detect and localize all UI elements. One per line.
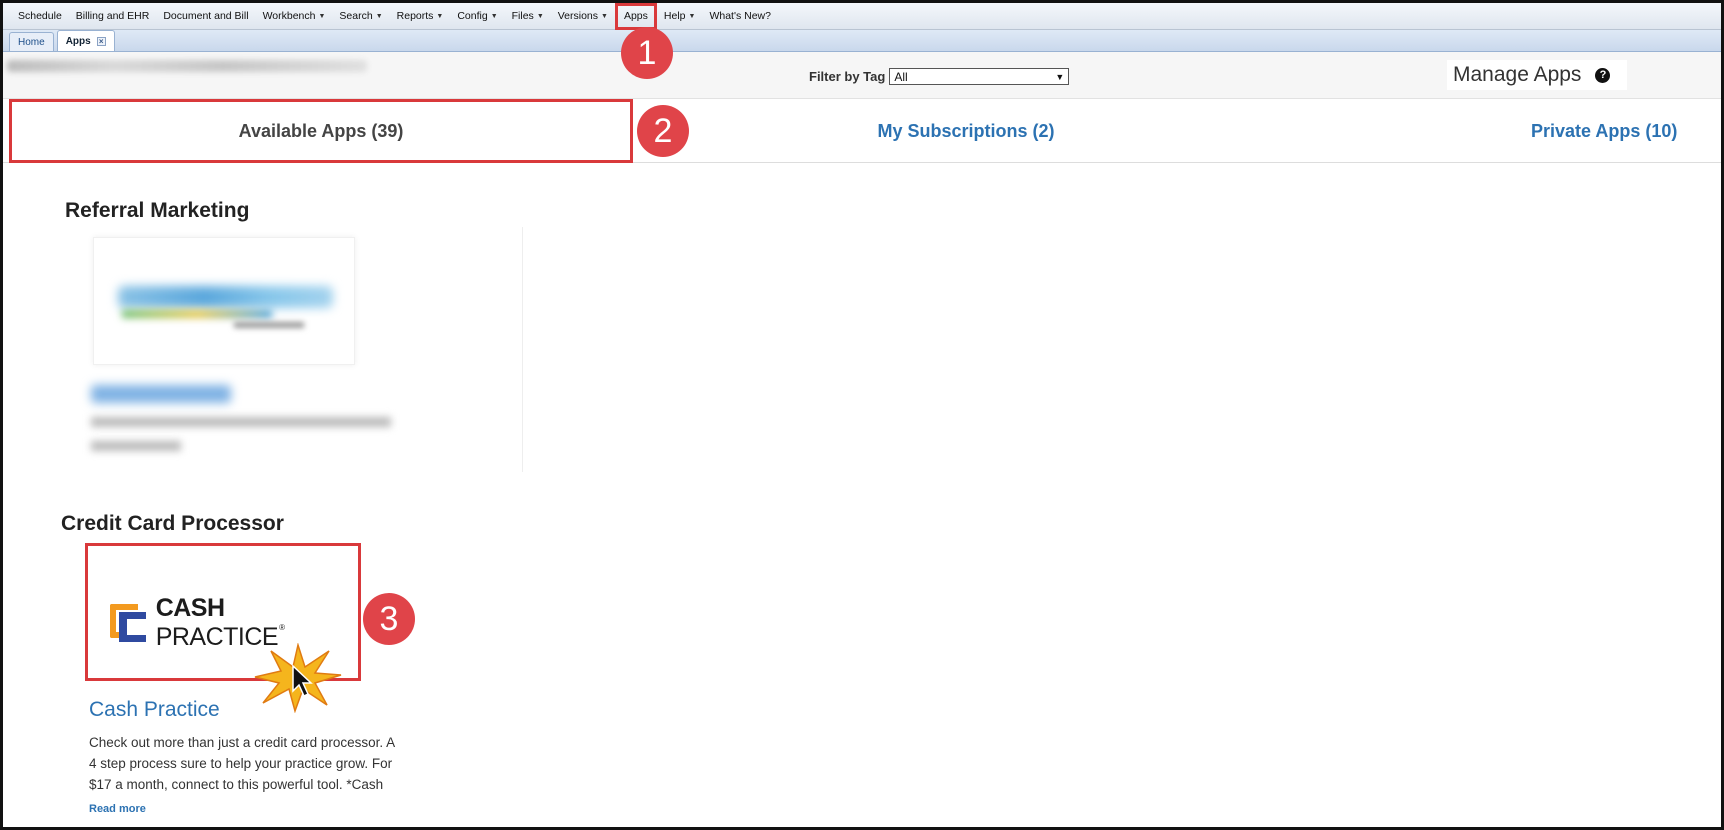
chevron-down-icon: ▼ xyxy=(1055,71,1065,82)
app-description-redacted xyxy=(91,417,391,427)
cash-practice-description: Check out more than just a credit card p… xyxy=(89,735,395,792)
menu-item-label: Config xyxy=(457,10,488,22)
help-icon[interactable]: ? xyxy=(1595,67,1611,83)
menu-item-workbench[interactable]: Workbench ▼ xyxy=(256,3,333,30)
menu-item-label: Billing and EHR xyxy=(75,10,150,22)
caret-down-icon: ▼ xyxy=(601,12,608,20)
mouse-cursor-icon xyxy=(292,665,313,697)
app-name-redacted xyxy=(91,385,231,403)
read-more-link[interactable]: Read more xyxy=(89,803,146,815)
manage-apps-title-box: Manage Apps ? xyxy=(1447,60,1627,90)
tab-home[interactable]: Home xyxy=(9,32,54,51)
filter-label: Filter by Tag xyxy=(809,69,886,84)
menu-item-schedule[interactable]: Schedule xyxy=(11,3,69,30)
menu-item-files[interactable]: Files ▼ xyxy=(505,3,551,30)
menu-item-what-s-new[interactable]: What's New? xyxy=(702,3,778,30)
close-icon[interactable]: × xyxy=(96,36,106,46)
logo-trademark: ® xyxy=(279,623,285,632)
tab-apps-label: Apps xyxy=(65,35,91,47)
tab-strip: Home Apps × xyxy=(3,30,1721,52)
caret-down-icon: ▼ xyxy=(490,12,498,20)
logo-blur-shape xyxy=(234,322,304,328)
menu-item-label: Workbench xyxy=(262,10,316,22)
caret-down-icon: ▼ xyxy=(318,12,326,20)
tab-home-label: Home xyxy=(18,36,45,48)
menu-item-search[interactable]: Search ▼ xyxy=(332,3,389,30)
main-menubar: Schedule Billing and EHR Document and Bill… xyxy=(3,3,1721,30)
menu-item-label: Versions xyxy=(557,10,599,22)
logo-blur-shape xyxy=(122,310,272,318)
caret-down-icon: ▼ xyxy=(436,12,444,20)
section-title-credit-card: Credit Card Processor xyxy=(61,512,284,535)
caret-down-icon: ▼ xyxy=(688,12,696,20)
menu-item-billing-and-ehr[interactable]: Billing and EHR xyxy=(69,3,157,30)
cash-practice-title-link[interactable]: Cash Practice xyxy=(89,698,220,722)
step-badge-1: 1 xyxy=(621,27,673,79)
menu-item-versions[interactable]: Versions ▼ xyxy=(551,3,615,30)
logo-blur-shape xyxy=(118,286,333,308)
caret-down-icon: ▼ xyxy=(375,12,383,20)
cash-practice-logo-mark xyxy=(110,604,146,642)
step-badge-2: 2 xyxy=(637,105,689,157)
step-badge-3: 3 xyxy=(363,593,415,645)
app-window: Schedule Billing and EHR Document and Bill… xyxy=(0,0,1724,830)
apps-header: Filter by Tag All ▼ Manage Apps ? xyxy=(3,52,1721,99)
app-logo-redacted xyxy=(93,237,355,365)
tab-private-apps[interactable]: Private Apps (10) xyxy=(1473,99,1721,163)
apps-category-tabs: Available Apps (39) My Subscriptions (2)… xyxy=(3,99,1721,163)
menu-item-document-and-bill[interactable]: Document and Bill xyxy=(156,3,255,30)
menu-item-label: Files xyxy=(511,10,534,22)
menu-item-label: Help xyxy=(663,10,686,22)
menu-item-label: Search xyxy=(339,10,373,22)
tag-filter-value: All xyxy=(894,69,908,84)
tab-my-subscriptions[interactable]: My Subscriptions (2) xyxy=(766,99,1166,163)
menu-item-label: Reports xyxy=(396,10,434,22)
menu-item-label: Document and Bill xyxy=(163,10,249,22)
menu-item-label: Apps xyxy=(623,10,648,22)
logo-word-cash: CASH xyxy=(155,594,225,622)
page-title: Manage Apps xyxy=(1453,63,1582,86)
section-title-referral: Referral Marketing xyxy=(65,199,250,222)
tag-filter-select[interactable]: All ▼ xyxy=(889,68,1070,85)
tab-available-apps[interactable]: Available Apps (39) xyxy=(9,99,633,163)
menu-item-label: Schedule xyxy=(18,10,62,22)
menu-item-config[interactable]: Config ▼ xyxy=(450,3,504,30)
menu-item-help[interactable]: Help ▼ xyxy=(657,3,703,30)
menu-item-reports[interactable]: Reports ▼ xyxy=(390,3,451,30)
practice-name-redacted xyxy=(7,60,367,72)
app-description-redacted xyxy=(91,441,181,451)
caret-down-icon: ▼ xyxy=(536,12,544,20)
menu-item-label: What's New? xyxy=(709,10,771,22)
app-card-redacted[interactable] xyxy=(89,227,523,472)
tab-apps[interactable]: Apps × xyxy=(56,30,115,51)
menu-item-apps[interactable]: Apps xyxy=(614,3,657,30)
filter-by-tag: Filter by Tag All ▼ xyxy=(809,68,1070,85)
